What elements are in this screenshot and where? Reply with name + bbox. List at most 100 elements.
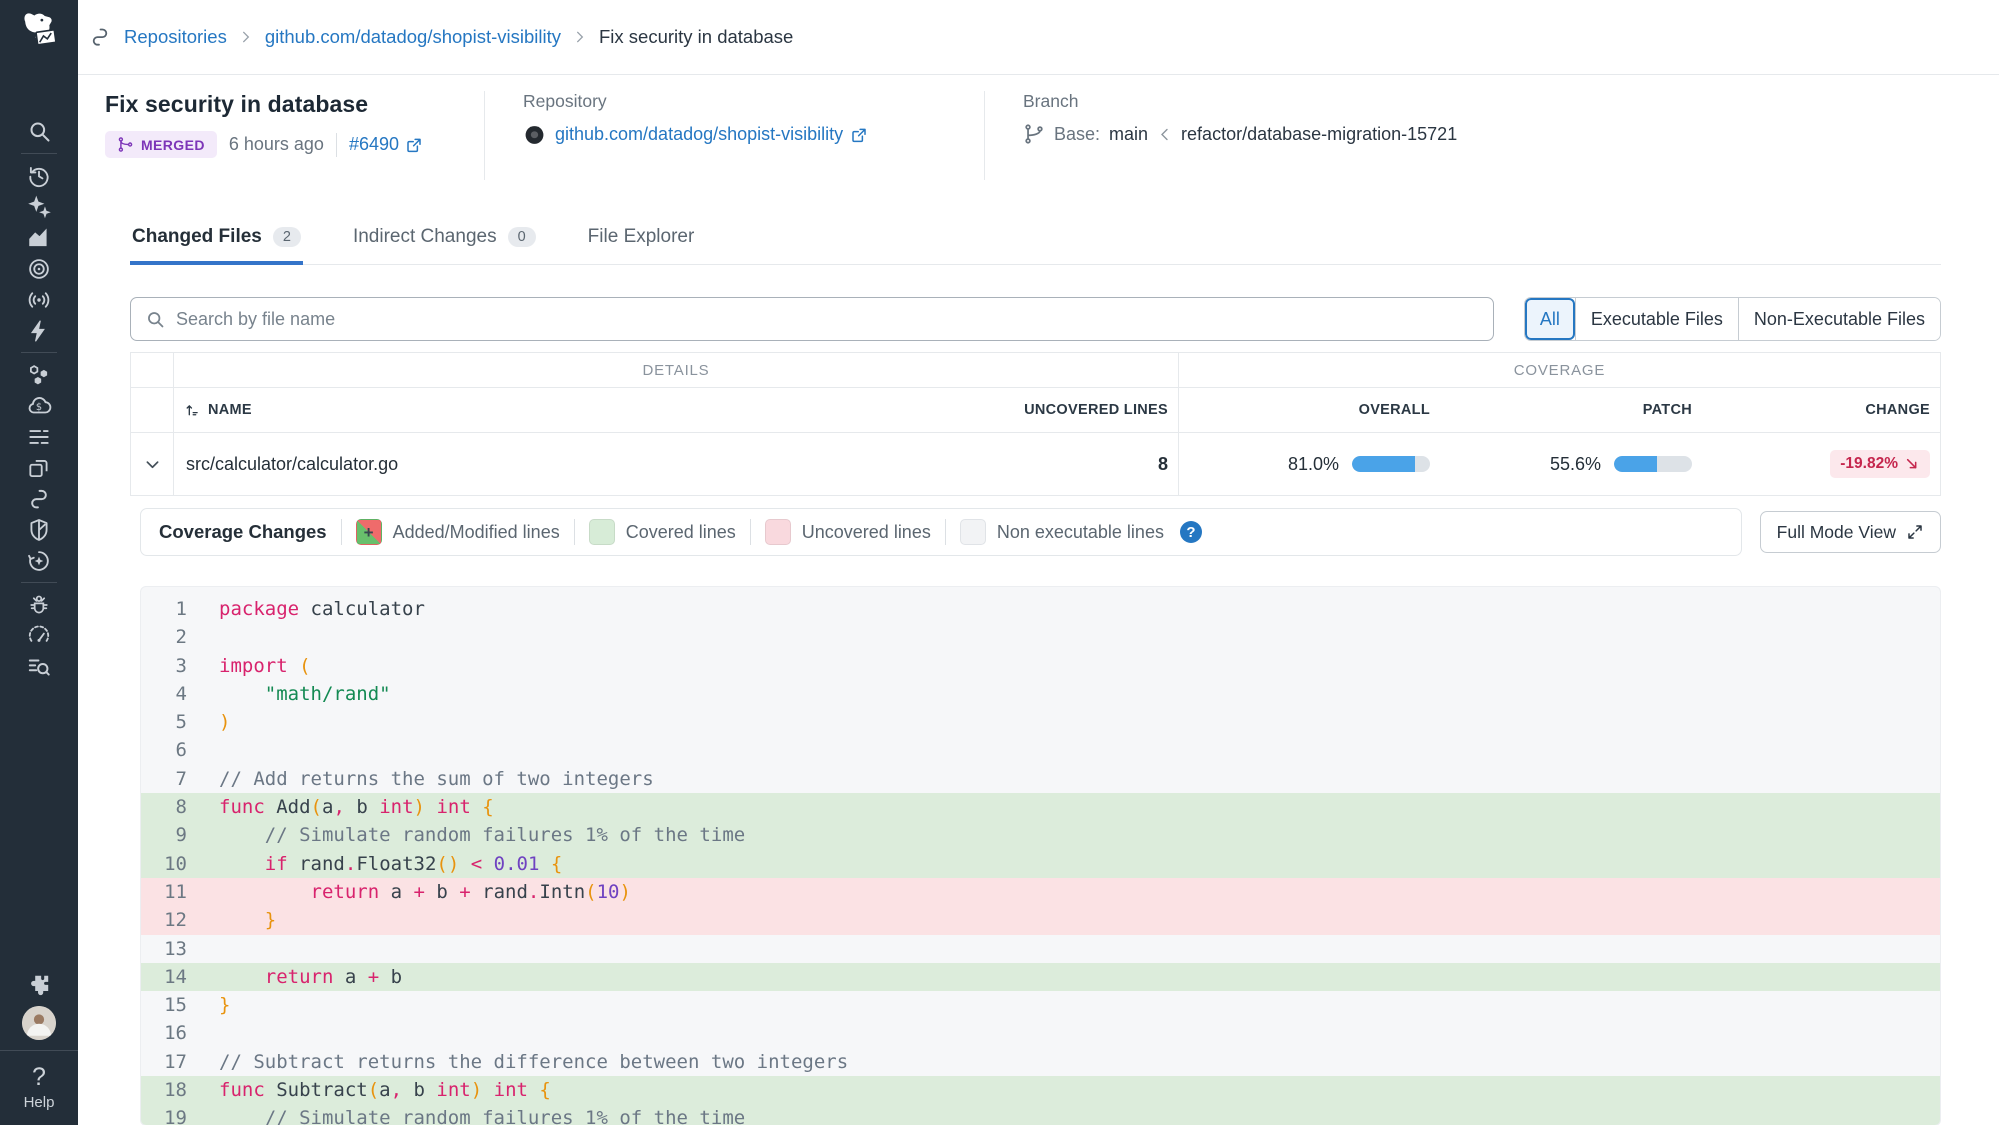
tab-changed-files[interactable]: Changed Files 2 — [130, 226, 303, 265]
pr-link[interactable]: #6490 — [349, 134, 423, 155]
file-type-segmented-control: All Executable Files Non-Executable File… — [1524, 297, 1941, 341]
legend-non-executable: Non executable lines — [960, 519, 1164, 545]
repository-link[interactable]: github.com/datadog/shopist-visibility — [555, 124, 868, 145]
row-expander[interactable] — [130, 433, 173, 495]
external-link-icon — [405, 136, 423, 154]
code-line: 15} — [141, 991, 1940, 1019]
covered-swatch — [589, 519, 615, 545]
chevron-right-icon — [573, 30, 587, 44]
legend-covered: Covered lines — [589, 519, 736, 545]
sparkles-icon[interactable] — [19, 191, 59, 222]
compare-branch: refactor/database-migration-15721 — [1181, 124, 1457, 145]
lightning-icon[interactable] — [19, 315, 59, 346]
tab-file-explorer[interactable]: File Explorer — [586, 226, 697, 265]
help-button[interactable]: ? Help — [0, 1050, 78, 1125]
overall-progress-bar — [1352, 456, 1430, 472]
chevron-right-icon — [239, 30, 253, 44]
tab-bar: Changed Files 2 Indirect Changes 0 File … — [130, 226, 1941, 265]
github-icon — [523, 123, 546, 146]
column-header-name[interactable]: NAME — [173, 388, 906, 432]
line-number: 11 — [141, 878, 187, 906]
code-block: 1package calculator23import (4 "math/ran… — [141, 595, 1940, 1125]
base-branch: main — [1109, 124, 1148, 145]
line-number: 5 — [141, 708, 187, 736]
chevron-left-icon — [1157, 127, 1172, 142]
tab-indirect-changes[interactable]: Indirect Changes 0 — [351, 226, 538, 265]
line-number: 3 — [141, 652, 187, 680]
code-line: 17// Subtract returns the difference bet… — [141, 1048, 1940, 1076]
code-line: 10 if rand.Float32() < 0.01 { — [141, 850, 1940, 878]
code-line: 5) — [141, 708, 1940, 736]
line-number: 6 — [141, 736, 187, 764]
area-chart-icon[interactable] — [19, 222, 59, 253]
breadcrumb-repo[interactable]: github.com/datadog/shopist-visibility — [265, 26, 561, 48]
merge-age: 6 hours ago — [229, 134, 324, 155]
sidebar-divider — [21, 582, 57, 583]
search-icon[interactable] — [19, 116, 59, 147]
legend-row: Coverage Changes + Added/Modified lines … — [140, 508, 1941, 556]
column-header-change[interactable]: CHANGE — [1702, 388, 1941, 432]
code-line: 16 — [141, 1019, 1940, 1047]
code-line: 3import ( — [141, 652, 1940, 680]
quality-gate-icon[interactable] — [19, 545, 59, 576]
link-icon[interactable] — [19, 483, 59, 514]
filter-row: All Executable Files Non-Executable File… — [130, 297, 1941, 341]
bug-icon[interactable] — [19, 589, 59, 620]
content: Changed Files 2 Indirect Changes 0 File … — [78, 180, 1999, 1125]
pipeline-link-icon — [88, 25, 112, 49]
svg-text:$: $ — [36, 402, 42, 413]
sidebar-divider — [21, 153, 57, 154]
filter-executable-button[interactable]: Executable Files — [1575, 298, 1738, 340]
group-header-coverage: COVERAGE — [1178, 353, 1941, 387]
signal-icon[interactable] — [19, 284, 59, 315]
tab-count-badge: 2 — [273, 227, 301, 247]
change-badge: -19.82% — [1830, 450, 1930, 478]
line-number: 9 — [141, 821, 187, 849]
search-input[interactable] — [176, 309, 1479, 330]
cloud-cost-icon[interactable]: $ — [19, 390, 59, 421]
code-line: 13 — [141, 935, 1940, 963]
datadog-logo[interactable] — [16, 8, 62, 54]
line-number: 14 — [141, 963, 187, 991]
column-header-patch[interactable]: PATCH — [1440, 388, 1702, 432]
patch-progress-bar — [1614, 456, 1692, 472]
puzzle-icon[interactable] — [19, 969, 59, 1000]
user-avatar[interactable] — [22, 1006, 56, 1040]
main: Repositories github.com/datadog/shopist-… — [78, 0, 1999, 1125]
file-name: src/calculator/calculator.go — [173, 433, 906, 495]
code-line: 14 return a + b — [141, 963, 1940, 991]
line-number: 15 — [141, 991, 187, 1019]
filter-all-button[interactable]: All — [1525, 298, 1575, 340]
page-title: Fix security in database — [105, 91, 464, 118]
app-windows-icon[interactable] — [19, 452, 59, 483]
column-header-overall[interactable]: OVERALL — [1178, 388, 1440, 432]
shield-icon[interactable] — [19, 514, 59, 545]
base-label: Base: — [1054, 124, 1100, 145]
trend-down-icon — [1904, 456, 1920, 472]
sidebar-divider — [21, 352, 57, 353]
line-number: 1 — [141, 595, 187, 623]
divider — [336, 133, 337, 157]
hexagons-icon[interactable] — [19, 359, 59, 390]
legend-added-modified: + Added/Modified lines — [356, 519, 560, 545]
full-mode-view-button[interactable]: Full Mode View — [1760, 511, 1941, 553]
breadcrumb-repositories[interactable]: Repositories — [124, 26, 227, 48]
code-line: 19 // Simulate random failures 1% of the… — [141, 1104, 1940, 1125]
history-icon[interactable] — [19, 160, 59, 191]
branch-label: Branch — [1023, 91, 1941, 112]
search-list-icon[interactable] — [19, 651, 59, 682]
legend-title: Coverage Changes — [159, 521, 327, 543]
legend-help-icon[interactable]: ? — [1180, 521, 1202, 543]
line-number: 19 — [141, 1104, 187, 1125]
line-number: 2 — [141, 623, 187, 651]
code-line: 1package calculator — [141, 595, 1940, 623]
table-row[interactable]: src/calculator/calculator.go 8 81.0% 55.… — [130, 433, 1941, 495]
filter-non-executable-button[interactable]: Non-Executable Files — [1738, 298, 1940, 340]
column-header-uncovered-lines[interactable]: UNCOVERED LINES — [906, 388, 1178, 432]
gauge-icon[interactable] — [19, 620, 59, 651]
target-icon[interactable] — [19, 253, 59, 284]
app: $ — [0, 0, 1999, 1125]
status-label: MERGED — [141, 137, 205, 153]
file-search[interactable] — [130, 297, 1494, 341]
host-list-icon[interactable] — [19, 421, 59, 452]
